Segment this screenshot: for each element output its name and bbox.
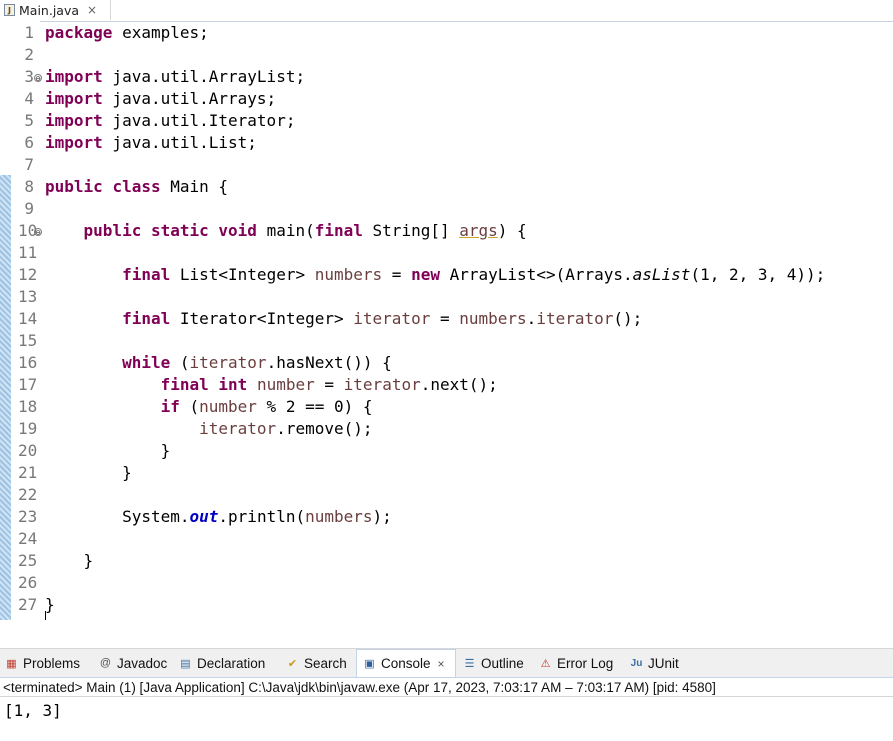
- line-number: 16: [18, 353, 38, 372]
- search-icon: ✔: [287, 657, 298, 670]
- tab-console[interactable]: ▣ Console ×: [356, 649, 456, 677]
- code-line[interactable]: import java.util.Arrays;: [45, 88, 276, 110]
- line-number: 2: [24, 45, 34, 64]
- line-number: 24: [18, 529, 38, 548]
- console-output[interactable]: [1, 3]: [0, 698, 893, 741]
- code-line[interactable]: while (iterator.hasNext()) {: [45, 352, 392, 374]
- line-number: 18: [18, 397, 38, 416]
- outline-icon: ☰: [464, 657, 475, 670]
- console-output-text: [1, 3]: [4, 701, 62, 720]
- console-status-line: <terminated> Main (1) [Java Application]…: [0, 677, 893, 697]
- line-number: 15: [18, 331, 38, 350]
- line-number: 5: [24, 111, 34, 130]
- tab-label: Search: [304, 655, 347, 671]
- line-number: 8: [24, 177, 34, 196]
- problems-icon: ▦: [6, 657, 17, 670]
- tab-label: Javadoc: [117, 655, 168, 671]
- line-number: 19: [18, 419, 38, 438]
- code-line[interactable]: import java.util.List;: [45, 132, 257, 154]
- tab-outline[interactable]: ☰ Outline: [462, 649, 524, 677]
- line-number: 21: [18, 463, 38, 482]
- code-line[interactable]: final int number = iterator.next();: [45, 374, 498, 396]
- line-number: 7: [24, 155, 34, 174]
- code-editor[interactable]: 1 package examples; 2 3 import java.util.Arr…: [0, 21, 893, 620]
- code-line[interactable]: System.out.println(numbers);: [45, 506, 392, 528]
- junit-icon: Ju: [630, 657, 643, 669]
- declaration-icon: ▤: [180, 657, 191, 670]
- code-line[interactable]: }: [45, 462, 132, 484]
- code-line[interactable]: package examples;: [45, 22, 209, 44]
- tab-label: Outline: [481, 655, 524, 671]
- line-number: 1: [24, 23, 34, 42]
- javadoc-icon: @: [99, 657, 112, 669]
- code-line[interactable]: public class Main {: [45, 176, 228, 198]
- code-line[interactable]: final Iterator<Integer> iterator = numbe…: [45, 308, 642, 330]
- java-file-icon: J: [4, 4, 15, 16]
- tab-declaration[interactable]: ▤ Declaration: [178, 649, 265, 677]
- line-number: 9: [24, 199, 34, 218]
- code-line[interactable]: final List<Integer> numbers = new ArrayL…: [45, 264, 825, 286]
- console-icon: ▣: [364, 658, 375, 670]
- code-line[interactable]: }: [45, 594, 55, 616]
- code-line[interactable]: public static void main(final String[] a…: [45, 220, 527, 242]
- tab-error-log[interactable]: ⚠ Error Log: [538, 649, 614, 677]
- tab-label: Declaration: [197, 655, 266, 671]
- tab-label: Main.java: [19, 2, 80, 18]
- line-number: 13: [18, 287, 38, 306]
- line-number: 27: [18, 595, 38, 614]
- code-line[interactable]: import java.util.ArrayList;: [45, 66, 305, 88]
- code-line[interactable]: iterator.remove();: [45, 418, 372, 440]
- code-line[interactable]: if (number % 2 == 0) {: [45, 396, 373, 418]
- line-number: 14: [18, 309, 38, 328]
- code-line[interactable]: import java.util.Iterator;: [45, 110, 295, 132]
- code-line[interactable]: }: [45, 440, 171, 462]
- tab-label: Error Log: [557, 655, 614, 671]
- line-number: 3: [24, 67, 34, 86]
- fold-toggle-icon[interactable]: ⊖: [34, 74, 42, 83]
- line-number: 23: [18, 507, 38, 526]
- close-icon[interactable]: ×: [438, 657, 445, 671]
- line-number: 12: [18, 265, 38, 284]
- line-number: 17: [18, 375, 38, 394]
- change-bar: [0, 175, 11, 620]
- text-cursor: [45, 611, 46, 620]
- line-number: 4: [24, 89, 34, 108]
- tab-label: Console: [381, 656, 431, 671]
- error-log-icon: ⚠: [540, 657, 551, 670]
- tab-label: JUnit: [648, 655, 679, 671]
- bottom-view-tabs: ▦ Problems @ Javadoc ▤ Declaration ✔ Sea…: [0, 648, 893, 678]
- tab-main-java[interactable]: J Main.java ×: [0, 0, 111, 20]
- tab-problems[interactable]: ▦ Problems: [4, 649, 80, 677]
- line-number: 22: [18, 485, 38, 504]
- fold-toggle-icon[interactable]: ⊖: [34, 228, 42, 237]
- line-number: 25: [18, 551, 38, 570]
- code-line[interactable]: }: [45, 550, 94, 572]
- tab-javadoc[interactable]: @ Javadoc: [98, 649, 167, 677]
- line-number: 10: [18, 221, 38, 240]
- tab-search[interactable]: ✔ Search: [285, 649, 347, 677]
- line-number: 28: [18, 616, 37, 620]
- tab-junit[interactable]: Ju JUnit: [629, 649, 679, 677]
- line-number: 6: [24, 133, 34, 152]
- line-number: 26: [18, 573, 38, 592]
- line-number: 20: [18, 441, 38, 460]
- line-number: 11: [18, 243, 38, 262]
- close-icon[interactable]: ×: [87, 3, 97, 17]
- editor-tab-bar: J Main.java ×: [0, 0, 893, 22]
- tab-label: Problems: [23, 655, 81, 671]
